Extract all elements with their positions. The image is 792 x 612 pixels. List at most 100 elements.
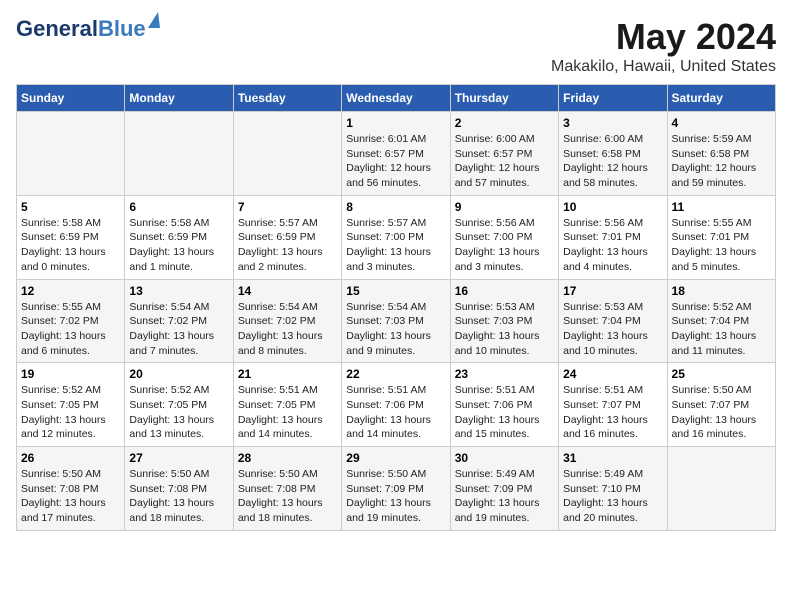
day-cell: 29Sunrise: 5:50 AM Sunset: 7:09 PM Dayli… [342, 447, 450, 531]
day-cell: 4 Sunrise: 5:59 AM Sunset: 6:58 PM Daylig… [667, 112, 775, 196]
day-number: 10 [563, 200, 662, 214]
day-cell: 30 Sunrise: 5:49 AM Sunset: 7:09 PM Dayli… [450, 447, 558, 531]
day-cell: 1 Sunrise: 6:01 AM Sunset: 6:57 PM Daylig… [342, 112, 450, 196]
day-info: Sunrise: 5:58 AM Sunset: 6:59 PM Dayligh… [129, 216, 228, 275]
day-number: 28 [238, 451, 337, 465]
day-number: 26 [21, 451, 120, 465]
day-cell: 26 Sunrise: 5:50 AM Sunset: 7:08 PM Dayli… [17, 447, 125, 531]
day-cell: 2 Sunrise: 6:00 AM Sunset: 6:57 PM Daylig… [450, 112, 558, 196]
day-number: 6 [129, 200, 228, 214]
day-number: 2 [455, 116, 554, 130]
day-info: Sunrise: 5:59 AM Sunset: 6:58 PM Dayligh… [672, 132, 771, 191]
day-number: 30 [455, 451, 554, 465]
day-info: Sunrise: 5:50 AM Sunset: 7:08 PM Dayligh… [21, 467, 120, 526]
day-info: Sunrise: 5:56 AM Sunset: 7:01 PM Dayligh… [563, 216, 662, 275]
day-cell: 28 Sunrise: 5:50 AM Sunset: 7:08 PM Dayli… [233, 447, 341, 531]
day-number: 9 [455, 200, 554, 214]
day-cell [233, 112, 341, 196]
day-info: Sunrise: 5:54 AM Sunset: 7:02 PM Dayligh… [238, 300, 337, 359]
day-cell: 8Sunrise: 5:57 AM Sunset: 7:00 PM Daylig… [342, 195, 450, 279]
day-info: Sunrise: 6:01 AM Sunset: 6:57 PM Dayligh… [346, 132, 445, 191]
day-cell: 16 Sunrise: 5:53 AM Sunset: 7:03 PM Dayli… [450, 279, 558, 363]
day-number: 7 [238, 200, 337, 214]
week-row-3: 12Sunrise: 5:55 AM Sunset: 7:02 PM Dayli… [17, 279, 776, 363]
day-info: Sunrise: 5:51 AM Sunset: 7:05 PM Dayligh… [238, 383, 337, 442]
day-info: Sunrise: 5:52 AM Sunset: 7:04 PM Dayligh… [672, 300, 771, 359]
day-number: 8 [346, 200, 445, 214]
day-info: Sunrise: 6:00 AM Sunset: 6:57 PM Dayligh… [455, 132, 554, 191]
day-number: 17 [563, 284, 662, 298]
day-cell [125, 112, 233, 196]
day-info: Sunrise: 5:51 AM Sunset: 7:06 PM Dayligh… [346, 383, 445, 442]
day-info: Sunrise: 6:00 AM Sunset: 6:58 PM Dayligh… [563, 132, 662, 191]
page-header: GeneralBlue May 2024 Makakilo, Hawaii, U… [16, 16, 776, 76]
day-cell: 23 Sunrise: 5:51 AM Sunset: 7:06 PM Dayli… [450, 363, 558, 447]
day-cell: 10 Sunrise: 5:56 AM Sunset: 7:01 PM Dayli… [559, 195, 667, 279]
week-row-4: 19 Sunrise: 5:52 AM Sunset: 7:05 PM Dayli… [17, 363, 776, 447]
day-number: 22 [346, 367, 445, 381]
day-cell: 21 Sunrise: 5:51 AM Sunset: 7:05 PM Dayli… [233, 363, 341, 447]
day-info: Sunrise: 5:50 AM Sunset: 7:08 PM Dayligh… [129, 467, 228, 526]
title-block: May 2024 Makakilo, Hawaii, United States [551, 16, 776, 76]
day-number: 13 [129, 284, 228, 298]
day-number: 23 [455, 367, 554, 381]
day-cell: 11Sunrise: 5:55 AM Sunset: 7:01 PM Dayli… [667, 195, 775, 279]
header-cell-thursday: Thursday [450, 85, 558, 112]
logo-general: General [16, 16, 98, 41]
day-cell: 18 Sunrise: 5:52 AM Sunset: 7:04 PM Dayli… [667, 279, 775, 363]
day-info: Sunrise: 5:56 AM Sunset: 7:00 PM Dayligh… [455, 216, 554, 275]
day-cell: 25Sunrise: 5:50 AM Sunset: 7:07 PM Dayli… [667, 363, 775, 447]
day-number: 11 [672, 200, 771, 214]
header-cell-tuesday: Tuesday [233, 85, 341, 112]
day-number: 15 [346, 284, 445, 298]
day-cell [17, 112, 125, 196]
day-number: 31 [563, 451, 662, 465]
day-info: Sunrise: 5:51 AM Sunset: 7:06 PM Dayligh… [455, 383, 554, 442]
day-info: Sunrise: 5:53 AM Sunset: 7:04 PM Dayligh… [563, 300, 662, 359]
header-cell-saturday: Saturday [667, 85, 775, 112]
day-cell: 27 Sunrise: 5:50 AM Sunset: 7:08 PM Dayli… [125, 447, 233, 531]
day-info: Sunrise: 5:55 AM Sunset: 7:02 PM Dayligh… [21, 300, 120, 359]
day-number: 3 [563, 116, 662, 130]
week-row-2: 5Sunrise: 5:58 AM Sunset: 6:59 PM Daylig… [17, 195, 776, 279]
day-number: 16 [455, 284, 554, 298]
day-number: 4 [672, 116, 771, 130]
week-row-1: 1 Sunrise: 6:01 AM Sunset: 6:57 PM Daylig… [17, 112, 776, 196]
day-cell: 14Sunrise: 5:54 AM Sunset: 7:02 PM Dayli… [233, 279, 341, 363]
day-cell [667, 447, 775, 531]
day-cell: 13 Sunrise: 5:54 AM Sunset: 7:02 PM Dayli… [125, 279, 233, 363]
header-cell-sunday: Sunday [17, 85, 125, 112]
day-info: Sunrise: 5:58 AM Sunset: 6:59 PM Dayligh… [21, 216, 120, 275]
day-number: 27 [129, 451, 228, 465]
day-info: Sunrise: 5:50 AM Sunset: 7:08 PM Dayligh… [238, 467, 337, 526]
day-info: Sunrise: 5:53 AM Sunset: 7:03 PM Dayligh… [455, 300, 554, 359]
day-number: 21 [238, 367, 337, 381]
day-info: Sunrise: 5:52 AM Sunset: 7:05 PM Dayligh… [129, 383, 228, 442]
day-info: Sunrise: 5:51 AM Sunset: 7:07 PM Dayligh… [563, 383, 662, 442]
day-info: Sunrise: 5:54 AM Sunset: 7:03 PM Dayligh… [346, 300, 445, 359]
day-info: Sunrise: 5:49 AM Sunset: 7:09 PM Dayligh… [455, 467, 554, 526]
day-cell: 12Sunrise: 5:55 AM Sunset: 7:02 PM Dayli… [17, 279, 125, 363]
day-cell: 24 Sunrise: 5:51 AM Sunset: 7:07 PM Dayli… [559, 363, 667, 447]
day-number: 25 [672, 367, 771, 381]
day-cell: 15 Sunrise: 5:54 AM Sunset: 7:03 PM Dayli… [342, 279, 450, 363]
header-cell-friday: Friday [559, 85, 667, 112]
day-cell: 17 Sunrise: 5:53 AM Sunset: 7:04 PM Dayli… [559, 279, 667, 363]
day-info: Sunrise: 5:49 AM Sunset: 7:10 PM Dayligh… [563, 467, 662, 526]
week-row-5: 26 Sunrise: 5:50 AM Sunset: 7:08 PM Dayli… [17, 447, 776, 531]
day-cell: 6 Sunrise: 5:58 AM Sunset: 6:59 PM Daylig… [125, 195, 233, 279]
page-title: May 2024 [551, 16, 776, 58]
calendar-table: SundayMondayTuesdayWednesdayThursdayFrid… [16, 84, 776, 531]
header-cell-monday: Monday [125, 85, 233, 112]
day-number: 19 [21, 367, 120, 381]
day-number: 20 [129, 367, 228, 381]
day-number: 18 [672, 284, 771, 298]
day-info: Sunrise: 5:54 AM Sunset: 7:02 PM Dayligh… [129, 300, 228, 359]
day-number: 1 [346, 116, 445, 130]
day-cell: 7Sunrise: 5:57 AM Sunset: 6:59 PM Daylig… [233, 195, 341, 279]
day-info: Sunrise: 5:52 AM Sunset: 7:05 PM Dayligh… [21, 383, 120, 442]
day-number: 29 [346, 451, 445, 465]
day-cell: 9 Sunrise: 5:56 AM Sunset: 7:00 PM Daylig… [450, 195, 558, 279]
day-number: 24 [563, 367, 662, 381]
day-cell: 19 Sunrise: 5:52 AM Sunset: 7:05 PM Dayli… [17, 363, 125, 447]
